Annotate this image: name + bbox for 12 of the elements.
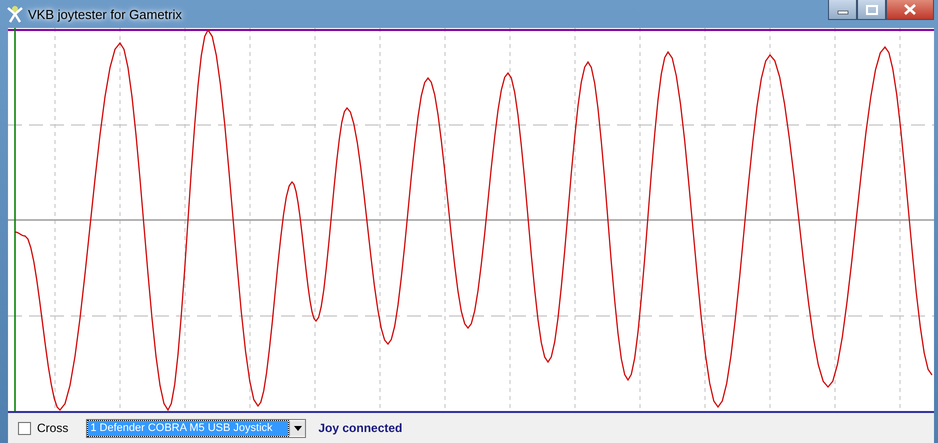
close-icon <box>903 4 917 15</box>
window-title: VKB joytester for Gametrix <box>28 6 182 22</box>
minimize-button[interactable] <box>828 0 857 20</box>
dropdown-arrow-icon <box>294 426 302 430</box>
checkbox-label: Cross <box>37 421 68 435</box>
cross-checkbox[interactable] <box>18 422 31 434</box>
device-dropdown[interactable]: 1 Defender COBRA M5 USB Joystick <box>86 418 306 438</box>
app-icon <box>6 5 24 23</box>
status-text: Joy connected <box>318 421 402 435</box>
maximize-button[interactable] <box>857 0 886 20</box>
close-button[interactable] <box>886 0 934 20</box>
maximize-icon <box>864 4 878 14</box>
